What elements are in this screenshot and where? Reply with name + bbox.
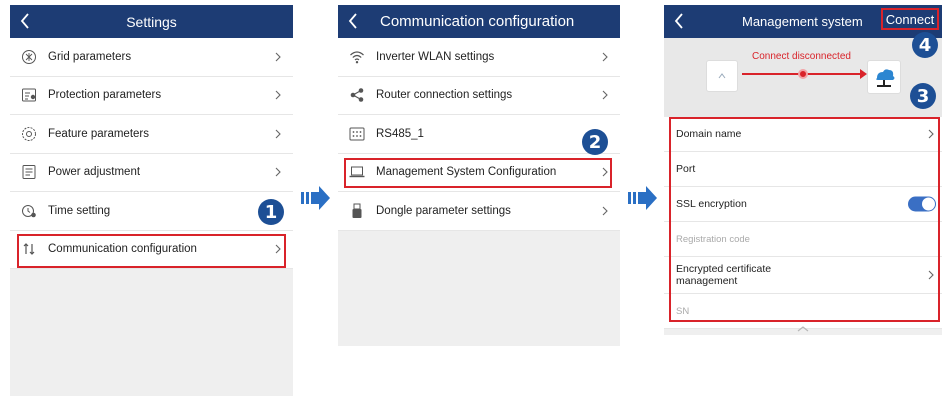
step-badge-3: 3 bbox=[910, 83, 936, 109]
comm-item-rs485[interactable]: RS485_1 bbox=[338, 115, 620, 154]
field-label: SSL encryption bbox=[676, 198, 747, 210]
settings-item-label: Time setting bbox=[48, 204, 111, 217]
chevron-right-icon bbox=[928, 129, 934, 139]
settings-item-label: Feature parameters bbox=[48, 127, 149, 140]
chevron-right-icon bbox=[275, 244, 281, 254]
comm-item-label: Router connection settings bbox=[376, 89, 513, 102]
management-system-screen: Management system Connect Connect discon… bbox=[664, 5, 942, 335]
chevron-right-icon bbox=[275, 167, 281, 177]
field-label: Port bbox=[676, 163, 696, 175]
settings-item-communication[interactable]: Communication configuration bbox=[10, 231, 293, 269]
chevron-right-icon bbox=[928, 270, 934, 280]
connect-button[interactable]: Connect bbox=[881, 8, 939, 30]
comm-item-wlan[interactable]: Inverter WLAN settings bbox=[338, 38, 620, 77]
step-badge-2: 2 bbox=[582, 129, 608, 155]
chevron-right-icon bbox=[275, 52, 281, 62]
back-icon[interactable] bbox=[674, 9, 688, 33]
chevron-right-icon bbox=[602, 52, 608, 62]
dongle-icon bbox=[348, 202, 366, 220]
field-registration-code[interactable]: Registration code bbox=[664, 222, 942, 257]
comm-item-dongle[interactable]: Dongle parameter settings bbox=[338, 192, 620, 231]
settings-item-label: Grid parameters bbox=[48, 50, 132, 63]
laptop-icon bbox=[348, 163, 366, 181]
flow-arrow-icon bbox=[628, 186, 657, 210]
field-label: Domain name bbox=[676, 128, 742, 140]
communication-header: Communication configuration bbox=[338, 5, 620, 38]
communication-screen: Communication configuration Inverter WLA… bbox=[338, 5, 620, 346]
power-adjust-icon bbox=[20, 163, 38, 181]
field-ssl-encryption: SSL encryption bbox=[664, 187, 942, 222]
chevron-right-icon bbox=[275, 129, 281, 139]
inverter-icon bbox=[706, 60, 738, 92]
settings-item-protection[interactable]: Protection parameters bbox=[10, 77, 293, 115]
arrow-head-icon bbox=[860, 69, 867, 79]
comm-item-label: Inverter WLAN settings bbox=[376, 50, 495, 63]
field-label: Encrypted certificate management bbox=[676, 263, 772, 287]
protection-icon bbox=[20, 86, 38, 104]
step-badge-4: 4 bbox=[912, 32, 938, 58]
ssl-toggle[interactable] bbox=[908, 196, 936, 212]
clock-icon bbox=[20, 202, 38, 220]
settings-item-feature[interactable]: Feature parameters bbox=[10, 115, 293, 154]
chevron-right-icon bbox=[602, 206, 608, 216]
connection-status-text: Connect disconnected bbox=[752, 51, 851, 62]
management-fields: Domain name Port SSL encryption Registra… bbox=[664, 117, 942, 329]
grid-icon bbox=[20, 48, 38, 66]
flow-arrow-icon bbox=[301, 186, 330, 210]
field-sn[interactable]: SN bbox=[664, 294, 942, 329]
comm-item-router[interactable]: Router connection settings bbox=[338, 77, 620, 115]
comm-item-label: Management System Configuration bbox=[376, 166, 557, 179]
comm-item-label: Dongle parameter settings bbox=[376, 204, 511, 217]
chevron-right-icon bbox=[275, 90, 281, 100]
feature-icon bbox=[20, 125, 38, 143]
field-encrypted-certificate[interactable]: Encrypted certificate management bbox=[664, 257, 942, 294]
settings-list: Grid parameters Protection parameters Fe… bbox=[10, 38, 293, 269]
connection-status: Connect disconnected bbox=[664, 38, 942, 117]
field-label: SN bbox=[676, 305, 690, 317]
settings-item-time[interactable]: Time setting bbox=[10, 192, 293, 231]
page-title: Management system bbox=[742, 14, 863, 29]
field-port[interactable]: Port bbox=[664, 152, 942, 187]
expand-up-icon[interactable] bbox=[796, 325, 810, 333]
wifi-icon bbox=[348, 48, 366, 66]
management-header: Management system Connect bbox=[664, 5, 942, 38]
settings-item-label: Communication configuration bbox=[48, 243, 197, 256]
settings-item-grid[interactable]: Grid parameters bbox=[10, 38, 293, 77]
back-icon[interactable] bbox=[20, 9, 34, 33]
communication-icon bbox=[20, 240, 38, 258]
field-label: Registration code bbox=[676, 233, 750, 245]
disconnected-icon bbox=[798, 69, 808, 79]
rs485-icon bbox=[348, 125, 366, 143]
communication-list: Inverter WLAN settings Router connection… bbox=[338, 38, 620, 231]
share-icon bbox=[348, 86, 366, 104]
cloud-server-icon bbox=[867, 60, 901, 94]
settings-screen: Settings Grid parameters Protection para… bbox=[10, 5, 293, 396]
page-title: Settings bbox=[126, 13, 177, 30]
settings-item-power-adjustment[interactable]: Power adjustment bbox=[10, 154, 293, 192]
step-badge-1: 1 bbox=[258, 199, 284, 225]
field-domain-name[interactable]: Domain name bbox=[664, 117, 942, 152]
back-icon[interactable] bbox=[348, 9, 362, 33]
chevron-right-icon bbox=[602, 167, 608, 177]
settings-item-label: Protection parameters bbox=[48, 89, 162, 102]
settings-header: Settings bbox=[10, 5, 293, 38]
settings-item-label: Power adjustment bbox=[48, 166, 141, 179]
comm-item-management-system[interactable]: Management System Configuration bbox=[338, 154, 620, 192]
chevron-right-icon bbox=[602, 90, 608, 100]
page-title: Communication configuration bbox=[380, 13, 575, 30]
